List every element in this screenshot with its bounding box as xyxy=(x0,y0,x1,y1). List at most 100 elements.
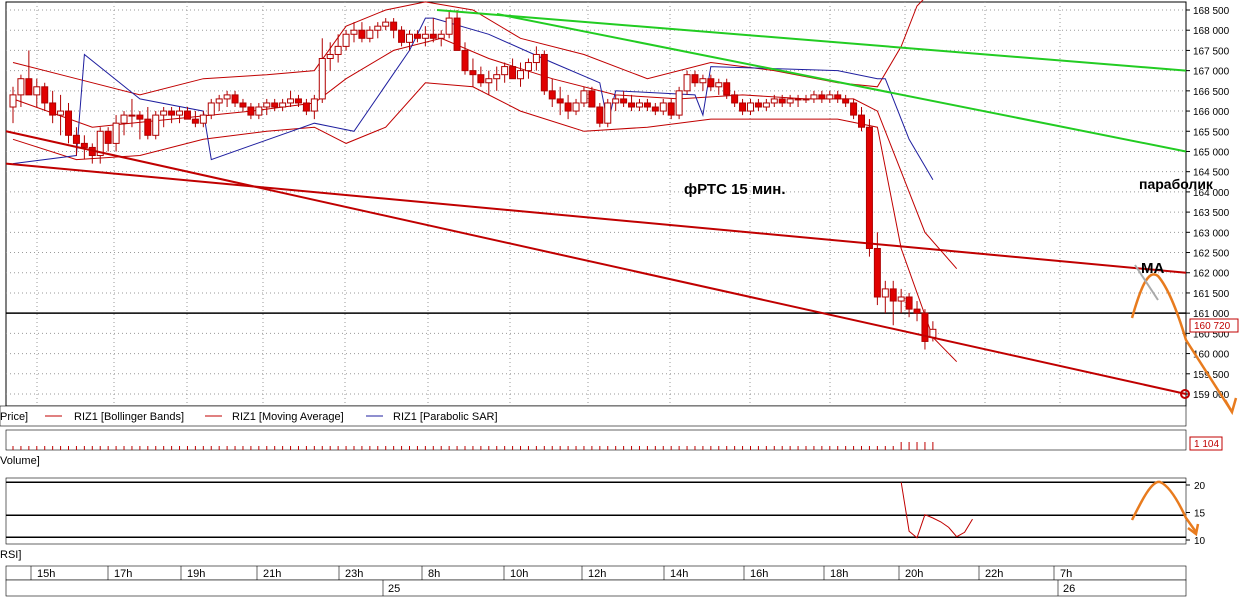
candle-body xyxy=(865,126,873,249)
legend-ma: RIZ1 [Moving Average] xyxy=(232,411,344,423)
candle-body xyxy=(667,102,675,116)
candle-body xyxy=(628,102,636,108)
rsi-tick-label: 15 xyxy=(1194,509,1206,520)
candle-body xyxy=(334,45,342,55)
candle-body xyxy=(770,98,778,104)
time-day-label: 26 xyxy=(1063,583,1075,595)
candle-body xyxy=(406,33,413,43)
candle-body xyxy=(754,102,762,108)
candle-body xyxy=(160,110,168,116)
candle-body xyxy=(342,33,350,47)
rsi-pane: 20 15 10 RSI] xyxy=(0,477,1206,561)
candle-body xyxy=(461,49,469,72)
candle-body xyxy=(421,33,429,39)
candle-body xyxy=(778,98,786,104)
candle-body xyxy=(9,94,17,108)
volume-label: Volume] xyxy=(0,455,40,467)
candle-body xyxy=(810,94,818,100)
candle-body xyxy=(873,247,881,298)
candle xyxy=(604,98,612,128)
candle-body xyxy=(302,102,310,112)
candle-body xyxy=(905,296,913,310)
time-hour-label: 23h xyxy=(345,568,363,580)
candle-body xyxy=(532,53,540,64)
chart-canvas: 168 500 168 000 167 500 167 000 166 500 166 0… xyxy=(0,0,1239,597)
time-axis-days-frame xyxy=(5,579,1187,597)
price-tick-label: 165 000 xyxy=(1193,147,1230,158)
candle-body xyxy=(691,74,699,84)
candle-body xyxy=(786,98,794,104)
candle-body xyxy=(818,94,826,100)
rsi-tick-label: 20 xyxy=(1194,481,1206,492)
time-hour-label: 21h xyxy=(263,568,281,580)
candle-body xyxy=(889,288,897,302)
time-hour-label: 8h xyxy=(428,568,440,580)
rsi-frame xyxy=(5,477,1187,545)
candle-body xyxy=(239,102,247,108)
price-tick-label: 168 500 xyxy=(1193,6,1230,17)
candle-body xyxy=(168,110,176,116)
chart-title: фРТС 15 мин. xyxy=(684,181,786,198)
candle-body xyxy=(366,29,374,39)
price-pane: 168 500 168 000 167 500 167 000 166 500 166 0… xyxy=(5,0,1239,416)
candle xyxy=(683,70,691,95)
volume-pane: 1 104 Volume] xyxy=(0,429,1223,467)
candle-body xyxy=(596,106,604,124)
candle-body xyxy=(207,102,215,116)
candle-body xyxy=(556,98,564,104)
candle-body xyxy=(112,122,120,144)
candle xyxy=(675,86,683,120)
ma-annotation: MA xyxy=(1141,260,1164,277)
candle-body xyxy=(176,110,184,116)
time-axis: 15h 17h 19h 21h 23h 8h 10h 12h 14h 16h 18h 20h 22h 7h… xyxy=(5,565,1187,597)
candle-body xyxy=(683,74,691,92)
candle-body xyxy=(834,94,842,100)
candle-body xyxy=(255,106,263,116)
candle-body xyxy=(540,53,548,92)
time-hour-label: 15h xyxy=(37,568,55,580)
time-hour-label: 22h xyxy=(985,568,1003,580)
price-axis: 168 500 168 000 167 500 167 000 166 500 166 0… xyxy=(1186,6,1230,401)
candle-body xyxy=(17,78,25,96)
time-hour-label: 17h xyxy=(114,568,132,580)
price-tick-label: 166 500 xyxy=(1193,87,1230,98)
candle-body xyxy=(580,90,588,104)
time-hour-label: 12h xyxy=(588,568,606,580)
candle-body xyxy=(199,114,207,124)
time-hour-label: 16h xyxy=(750,568,768,580)
price-tick-label: 163 500 xyxy=(1193,208,1230,219)
candle-body xyxy=(326,53,334,60)
candle-body xyxy=(33,86,41,96)
candle-body xyxy=(620,98,628,104)
candle-body xyxy=(310,98,318,112)
candle-body xyxy=(826,94,834,100)
candle-body xyxy=(49,102,57,116)
candle-body xyxy=(548,90,556,100)
candle-body xyxy=(144,118,152,136)
legend-sar: RIZ1 [Parabolic SAR] xyxy=(393,411,498,423)
candle-body xyxy=(128,114,136,117)
candle-body xyxy=(398,29,406,43)
candle xyxy=(865,119,873,257)
candle-body xyxy=(635,102,643,108)
candle-body xyxy=(279,102,287,108)
legend-price: Price] xyxy=(0,411,28,423)
time-day-label: 25 xyxy=(388,583,400,595)
candle-body xyxy=(715,82,723,88)
candle-body xyxy=(517,70,525,80)
candle-body xyxy=(152,114,160,136)
time-hour-label: 10h xyxy=(510,568,528,580)
candle-body xyxy=(191,118,199,124)
price-tick-label: 168 000 xyxy=(1193,26,1230,37)
candle-body xyxy=(723,82,731,96)
candle-body xyxy=(564,102,572,112)
candle-body xyxy=(588,90,596,108)
candle-body xyxy=(659,102,667,112)
price-tick-label: 166 000 xyxy=(1193,107,1230,118)
candle-body xyxy=(699,78,707,84)
time-hour-label: 19h xyxy=(187,568,205,580)
candle-body xyxy=(263,102,271,108)
candle-body xyxy=(794,98,802,101)
volume-frame xyxy=(5,429,1187,451)
legend-bollinger: RIZ1 [Bollinger Bands] xyxy=(74,411,184,423)
